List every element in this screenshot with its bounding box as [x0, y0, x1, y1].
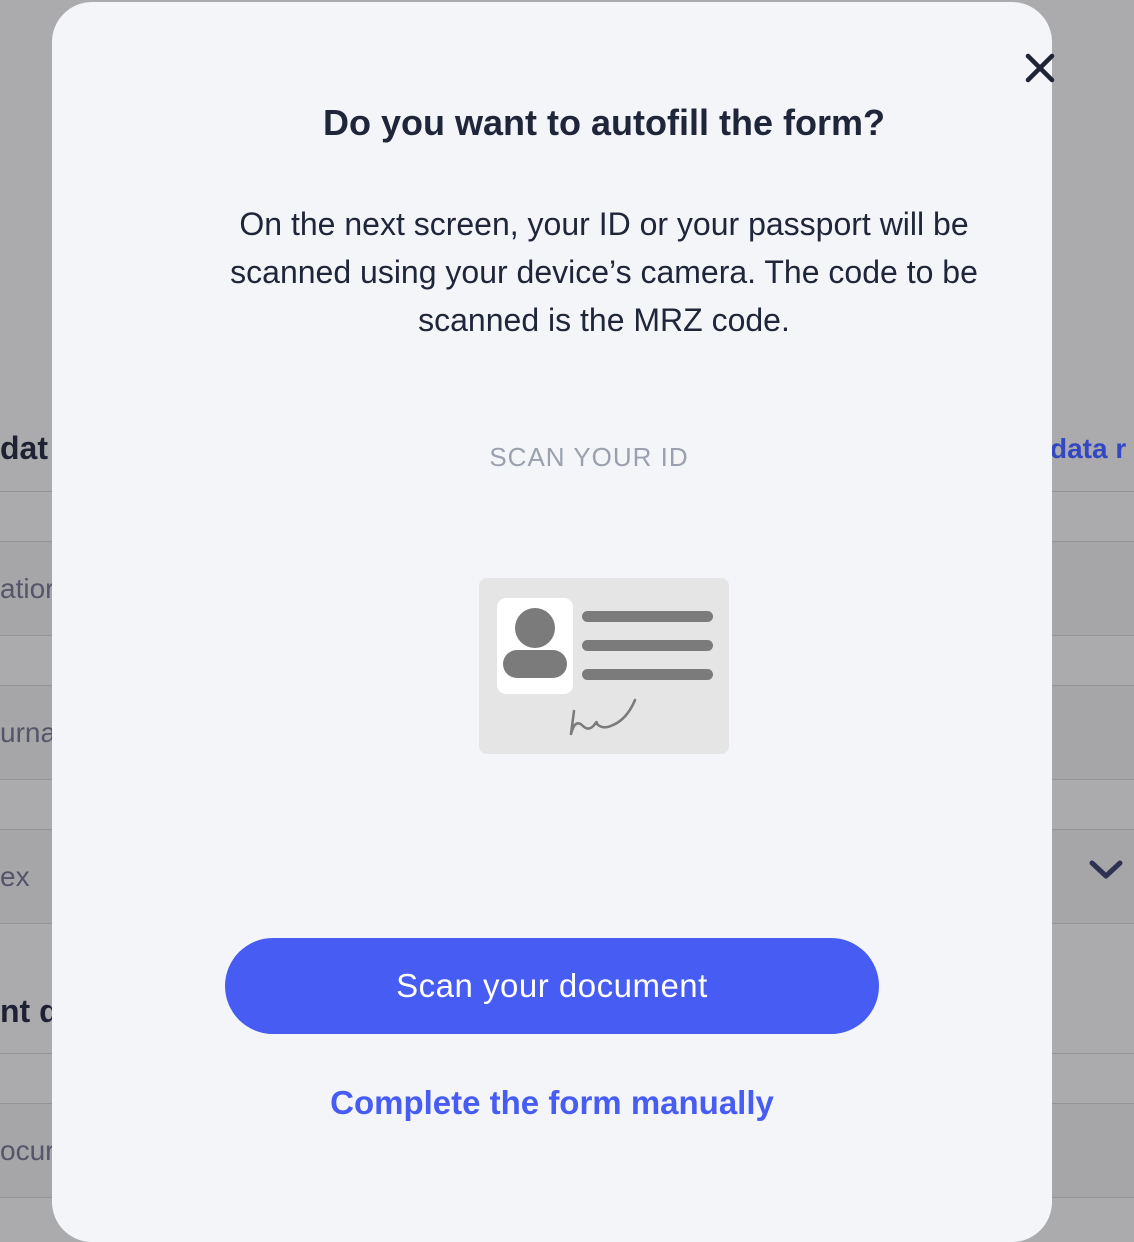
close-icon[interactable] [1023, 51, 1057, 85]
chevron-down-icon [1089, 860, 1123, 879]
scan-id-label: SCAN YOUR ID [489, 442, 689, 472]
autofill-modal: Do you want to autofill the form? On the… [52, 2, 1055, 1242]
background-section-title: nt d [0, 993, 59, 1029]
background-field-label: atior [0, 573, 55, 604]
scan-document-button[interactable]: Scan your document [225, 938, 879, 1034]
id-card-icon [479, 578, 729, 754]
background-field-label: ex [0, 861, 30, 892]
background-field-label: ocur [0, 1135, 55, 1166]
complete-manually-link[interactable]: Complete the form manually [0, 1084, 1104, 1122]
modal-title: Do you want to autofill the form? [323, 102, 885, 143]
background-section-link: data r [1050, 433, 1127, 464]
modal-description: On the next screen, your ID or your pass… [230, 206, 978, 338]
background-field-label: urna [0, 717, 57, 748]
background-section-title: dat [0, 430, 48, 466]
